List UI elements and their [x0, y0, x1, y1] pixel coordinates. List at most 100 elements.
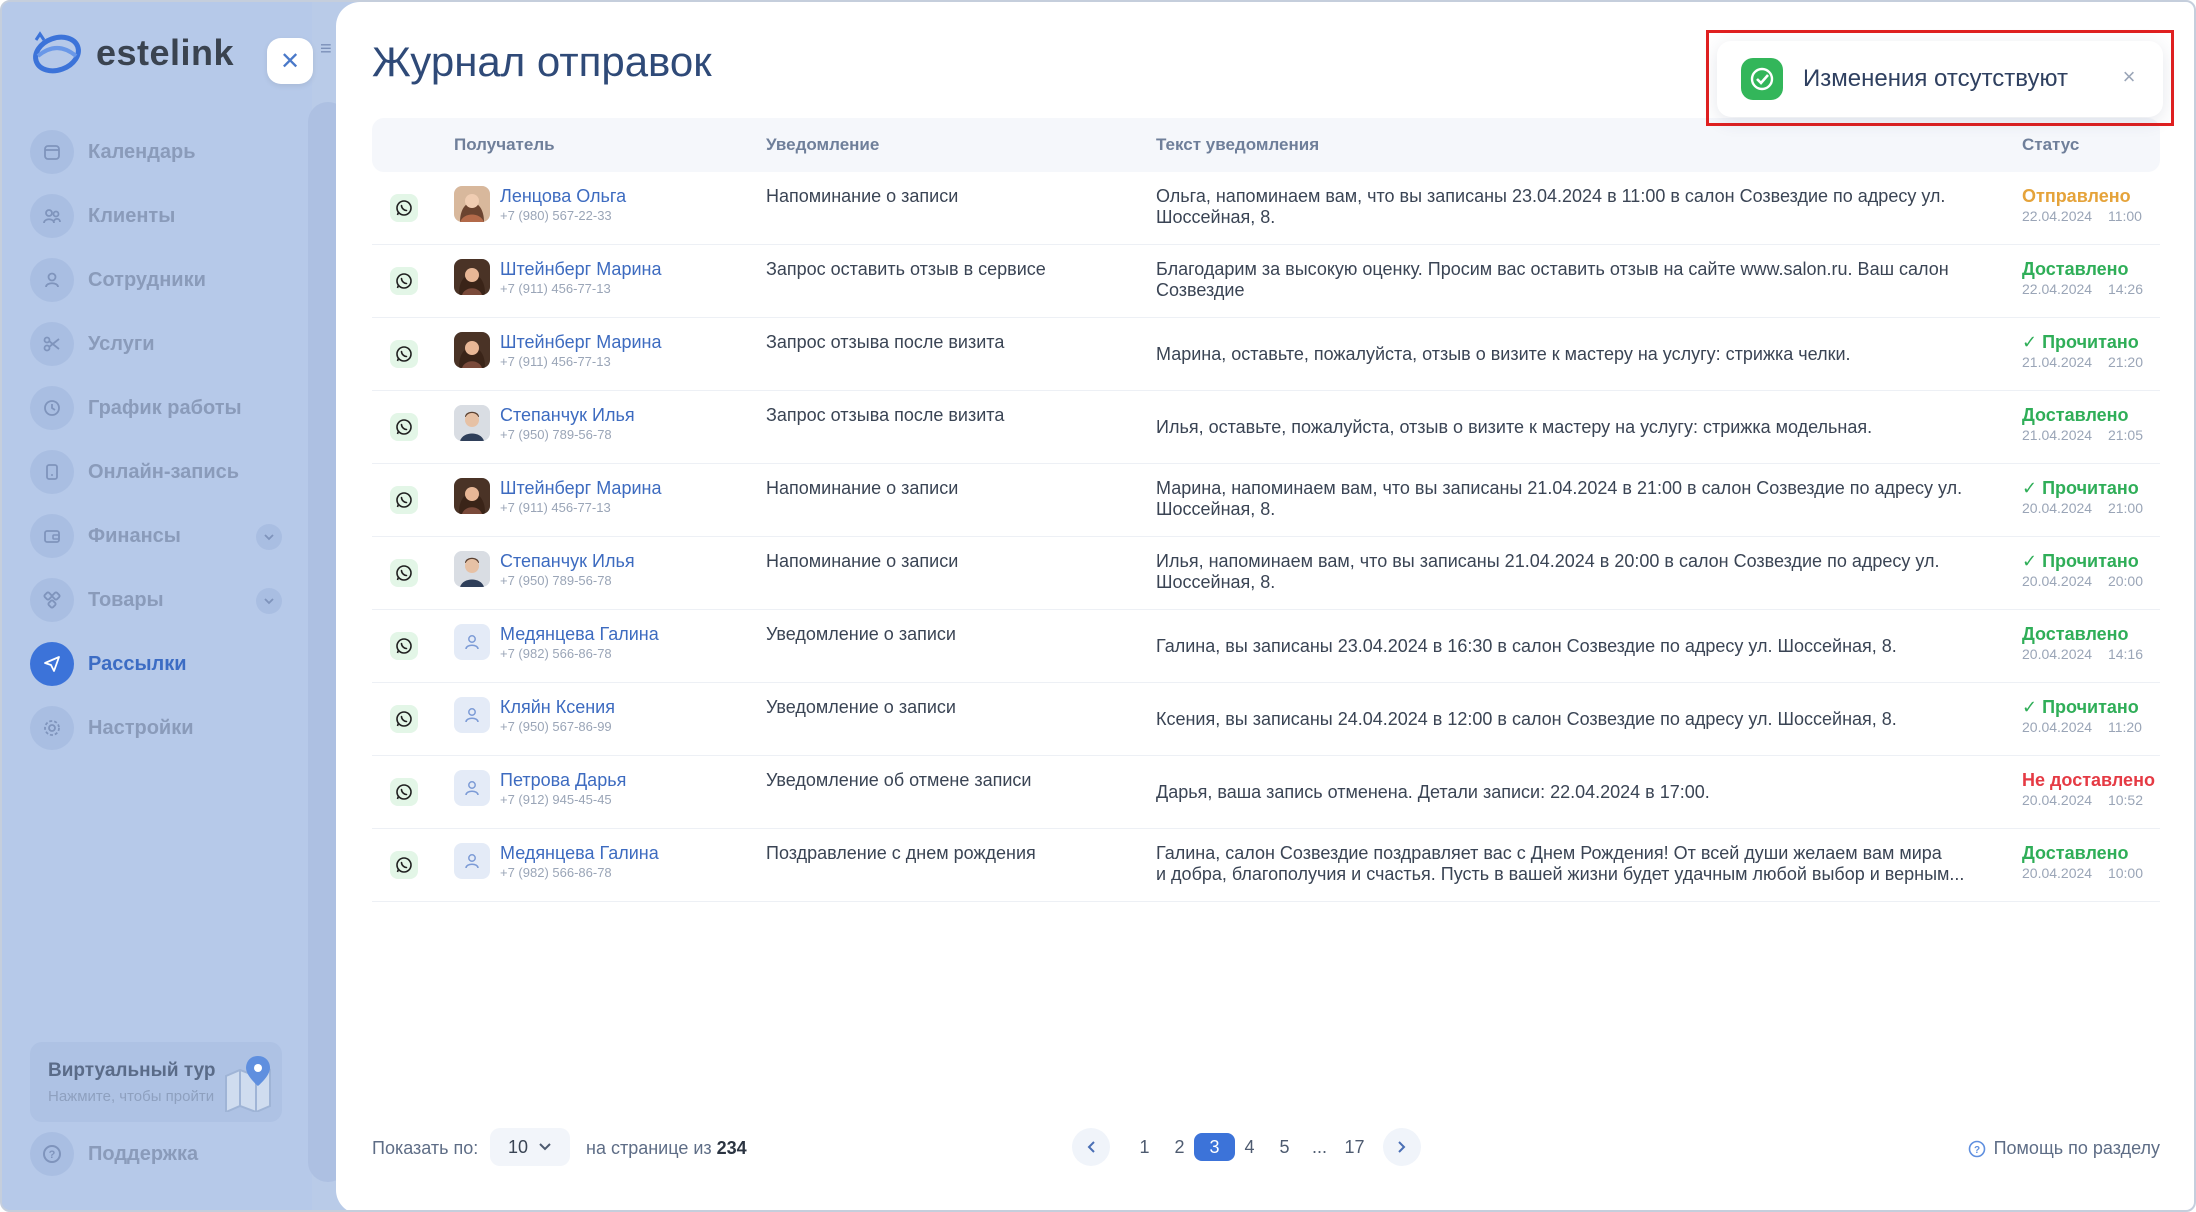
close-icon: ×	[2122, 64, 2136, 89]
table-row[interactable]: Штейнберг Марина +7 (911) 456-77-13 Запрос…	[372, 318, 2160, 391]
chevron-down-icon[interactable]	[256, 588, 282, 614]
avatar[interactable]	[454, 478, 490, 514]
col-status[interactable]: Статус	[2022, 135, 2079, 155]
avatar[interactable]	[454, 259, 490, 295]
col-recipient[interactable]: Получатель	[454, 135, 555, 155]
sidebar-item-3[interactable]: Услуги	[30, 312, 282, 376]
status-datetime: 22.04.2024 11:00	[2022, 208, 2142, 224]
scissors-icon	[30, 322, 74, 366]
help-label: Помощь по разделу	[1993, 1138, 2160, 1158]
sidebar-item-1[interactable]: Клиенты	[30, 184, 282, 248]
recipient-name[interactable]: Ленцова Ольга	[500, 186, 626, 207]
notification-type: Запрос отзыва после визита	[766, 405, 1005, 425]
recipient-name[interactable]: Штейнберг Марина	[500, 259, 661, 280]
status-date: 22.04.2024	[2022, 281, 2093, 297]
sidebar-item-label: Календарь	[88, 140, 196, 163]
recipient-phone: +7 (950) 567-86-99	[500, 719, 612, 734]
check-icon: ✓	[2022, 332, 2043, 352]
table-row[interactable]: Петрова Дарья +7 (912) 945-45-45 Уведомлен…	[372, 756, 2160, 829]
send-icon	[30, 642, 74, 686]
notification-text: Марина, напоминаем вам, что вы записаны …	[1156, 478, 1963, 519]
status-badge: Доставлено	[2022, 624, 2129, 645]
col-text[interactable]: Текст уведомления	[1156, 135, 1319, 155]
avatar[interactable]	[454, 551, 490, 587]
recipient-phone: +7 (911) 456-77-13	[500, 500, 611, 515]
recipient-name[interactable]: Степанчук Илья	[500, 405, 635, 426]
table-row[interactable]: Ленцова Ольга +7 (980) 567-22-33 Напоминан…	[372, 172, 2160, 245]
status-label: Прочитано	[2042, 551, 2139, 571]
sidebar-item-5[interactable]: Онлайн-запись	[30, 440, 282, 504]
notification-type: Уведомление о записи	[766, 624, 956, 644]
table-row[interactable]: Степанчук Илья +7 (950) 789-56-78 Напомина…	[372, 537, 2160, 610]
col-notification[interactable]: Уведомление	[766, 135, 879, 155]
recipient-name[interactable]: Медянцева Галина	[500, 624, 659, 645]
toast-highlight: Изменения отсутствуют ×	[1706, 30, 2174, 126]
status-datetime: 20.04.2024 10:00	[2022, 865, 2143, 881]
status-badge: Отправлено	[2022, 186, 2131, 207]
status-label: Отправлено	[2022, 186, 2131, 206]
recipient-name[interactable]: Кляйн Ксения	[500, 697, 615, 718]
whatsapp-icon	[390, 559, 418, 587]
sidebar-item-0[interactable]: Календарь	[30, 120, 282, 184]
status-date: 20.04.2024	[2022, 865, 2093, 881]
virtual-tour-card[interactable]: Виртуальный тур Нажмите, чтобы пройти	[30, 1042, 282, 1122]
avatar[interactable]	[454, 186, 490, 222]
avatar[interactable]	[454, 843, 490, 879]
status-badge: ✓ Прочитано	[2022, 332, 2139, 353]
sidebar-item-7[interactable]: Товары	[30, 568, 282, 632]
recipient-name[interactable]: Штейнберг Марина	[500, 478, 661, 499]
whatsapp-icon	[390, 486, 418, 514]
clock-icon	[30, 386, 74, 430]
avatar[interactable]	[454, 770, 490, 806]
recipient-phone: +7 (911) 456-77-13	[500, 354, 611, 369]
table-row[interactable]: Кляйн Ксения +7 (950) 567-86-99 Уведомлени…	[372, 683, 2160, 756]
status-datetime: 20.04.2024 21:00	[2022, 500, 2143, 516]
prev-page-button[interactable]	[1072, 1128, 1110, 1166]
user-icon	[30, 258, 74, 302]
support-link[interactable]: ? Поддержка	[30, 1132, 198, 1176]
table-row[interactable]: Штейнберг Марина +7 (911) 456-77-13 Запрос…	[372, 245, 2160, 318]
next-page-button[interactable]	[1383, 1128, 1421, 1166]
sidebar-item-2[interactable]: Сотрудники	[30, 248, 282, 312]
avatar[interactable]	[454, 624, 490, 660]
page-size-select[interactable]: 10	[490, 1128, 570, 1166]
notification-type: Напоминание о записи	[766, 551, 959, 571]
table-row[interactable]: Степанчук Илья +7 (950) 789-56-78 Запрос о…	[372, 391, 2160, 464]
toast-close-button[interactable]: ×	[2117, 64, 2141, 89]
sidebar-item-8[interactable]: Рассылки	[30, 632, 282, 696]
recipient-name[interactable]: Штейнберг Марина	[500, 332, 661, 353]
logo-text: estelink	[96, 32, 235, 73]
table-row[interactable]: Медянцева Галина +7 (982) 566-86-78 Уведом…	[372, 610, 2160, 683]
sidebar-item-4[interactable]: График работы	[30, 376, 282, 440]
total-count: 234	[716, 1138, 747, 1158]
status-datetime: 22.04.2024 14:26	[2022, 281, 2143, 297]
recipient-name[interactable]: Степанчук Илья	[500, 551, 635, 572]
status-time: 10:00	[2107, 865, 2144, 881]
avatar[interactable]	[454, 332, 490, 368]
status-date: 20.04.2024	[2022, 646, 2093, 662]
table-row[interactable]: Штейнберг Марина +7 (911) 456-77-13 Напоми…	[372, 464, 2160, 537]
sidebar-item-9[interactable]: Настройки	[30, 696, 282, 760]
avatar[interactable]	[454, 405, 490, 441]
sidebar-item-6[interactable]: Финансы	[30, 504, 282, 568]
whatsapp-icon	[390, 851, 418, 879]
status-date: 20.04.2024	[2022, 792, 2093, 808]
logo[interactable]: estelink	[30, 30, 234, 76]
table-header: Получатель Уведомление Текст уведомления…	[372, 118, 2160, 172]
notification-type: Поздравление с днем рождения	[766, 843, 1036, 863]
status-label: Не доставлено	[2022, 770, 2155, 790]
check-icon: ✓	[2022, 697, 2043, 717]
avatar[interactable]	[454, 697, 490, 733]
page-button-17[interactable]: 17	[1334, 1133, 1375, 1161]
recipient-name[interactable]: Петрова Дарья	[500, 770, 626, 791]
table-row[interactable]: Медянцева Галина +7 (982) 566-86-78 Поздра…	[372, 829, 2160, 902]
help-link[interactable]: ? Помощь по разделу	[1968, 1138, 2160, 1159]
status-datetime: 20.04.2024 20:00	[2022, 573, 2143, 589]
recipient-name[interactable]: Медянцева Галина	[500, 843, 659, 864]
sidebar-item-label: Онлайн-запись	[88, 460, 240, 483]
close-sidebar-button[interactable]: ✕	[267, 38, 313, 84]
whatsapp-icon	[390, 267, 418, 295]
sidebar-nav: Календарь Клиенты Сотрудники Услуги График р…	[30, 120, 282, 760]
map-pin-icon	[225, 1056, 271, 1112]
chevron-down-icon[interactable]	[256, 524, 282, 550]
